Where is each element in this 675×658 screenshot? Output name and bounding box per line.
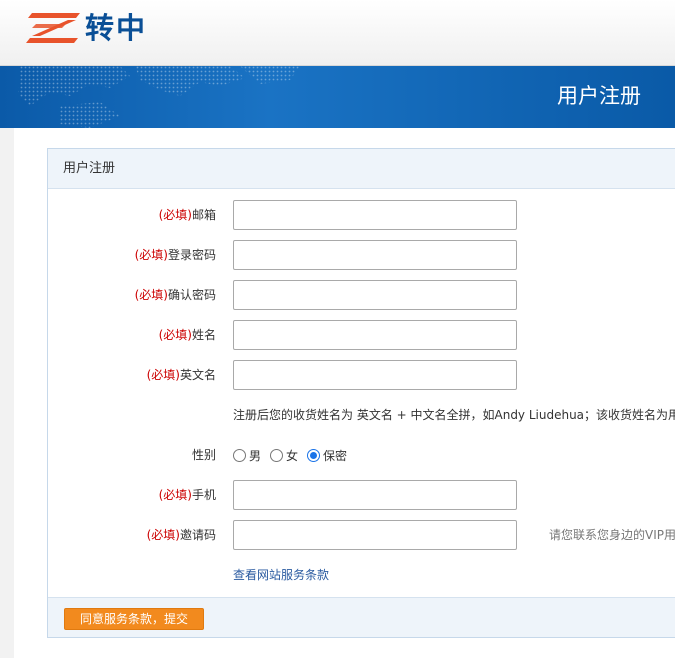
top-bar: 转中 <box>0 0 675 66</box>
gender-secret-radio[interactable] <box>307 448 321 462</box>
panel-footer: 同意服务条款，提交 <box>48 597 675 637</box>
phone-label: (必填)手机 <box>158 488 216 502</box>
required-marker: (必填) <box>146 528 180 542</box>
required-marker: (必填) <box>158 328 192 342</box>
english-name-field[interactable] <box>233 360 517 390</box>
required-marker: (必填) <box>146 368 180 382</box>
banner: 用户注册 <box>0 66 675 128</box>
password-field[interactable] <box>233 240 517 270</box>
english-name-label: (必填)英文名 <box>146 368 216 382</box>
phone-field[interactable] <box>233 480 517 510</box>
gender-male-radio[interactable] <box>233 448 246 462</box>
content-area: 用户注册 (必填)邮箱 (必填)登录密码 (必填)确认密码 (必填)姓名 (必填… <box>14 128 675 658</box>
terms-link[interactable]: 查看网站服务条款 <box>233 560 329 590</box>
gender-female-radio[interactable] <box>270 448 284 462</box>
required-marker: (必填) <box>134 288 168 302</box>
name-row: (必填)姓名 <box>48 320 675 350</box>
name-note: 注册后您的收货姓名为 英文名 + 中文名全拼，如Andy Liudehua；该收… <box>233 408 675 422</box>
logo-text: 转中 <box>85 11 148 45</box>
email-label: (必填)邮箱 <box>158 208 216 222</box>
english-name-row: (必填)英文名 <box>48 360 675 390</box>
gender-female-label: 女 <box>286 448 299 463</box>
phone-row: (必填)手机 <box>48 480 675 510</box>
invite-code-row: (必填)邀请码 请您联系您身边的VIP用户 <box>48 520 675 550</box>
confirm-password-row: (必填)确认密码 <box>48 280 675 310</box>
gender-radio-group: 男 女 保密 <box>233 440 356 470</box>
confirm-password-label: (必填)确认密码 <box>134 288 216 302</box>
invite-code-label: (必填)邀请码 <box>146 528 216 542</box>
world-map-dots-decoration <box>18 66 300 128</box>
submit-button[interactable]: 同意服务条款，提交 <box>64 608 204 630</box>
logo[interactable]: 转中 <box>26 8 147 48</box>
gender-row: 性别 男 女 保密 <box>48 440 675 470</box>
gender-male-label: 男 <box>249 448 262 463</box>
password-label: (必填)登录密码 <box>134 248 216 262</box>
logo-mark-icon <box>26 13 80 43</box>
required-marker: (必填) <box>134 248 168 262</box>
gender-secret-label: 保密 <box>323 448 348 463</box>
name-field[interactable] <box>233 320 517 350</box>
required-marker: (必填) <box>158 208 192 222</box>
banner-title: 用户注册 <box>557 84 641 108</box>
invite-code-hint: 请您联系您身边的VIP用户 <box>549 528 675 542</box>
email-field[interactable] <box>233 200 517 230</box>
password-row: (必填)登录密码 <box>48 240 675 270</box>
required-marker: (必填) <box>158 488 192 502</box>
name-label: (必填)姓名 <box>158 328 216 342</box>
confirm-password-field[interactable] <box>233 280 517 310</box>
invite-code-field[interactable] <box>233 520 517 550</box>
panel-title: 用户注册 <box>48 149 675 189</box>
email-row: (必填)邮箱 <box>48 200 675 230</box>
gender-label: 性别 <box>191 448 216 462</box>
registration-panel: 用户注册 (必填)邮箱 (必填)登录密码 (必填)确认密码 (必填)姓名 (必填… <box>47 148 675 638</box>
